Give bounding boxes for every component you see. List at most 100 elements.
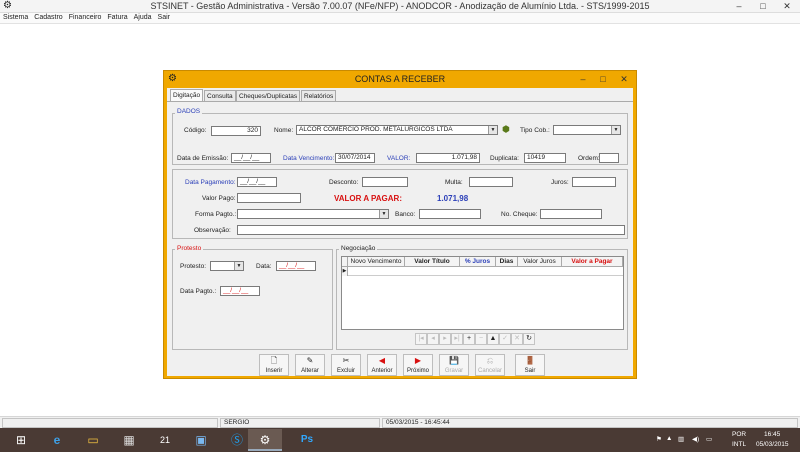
chevron-down-icon[interactable]: ▼ — [488, 126, 497, 134]
file-explorer-icon[interactable]: ▭ — [76, 429, 110, 451]
tray-time[interactable]: 16:45 — [764, 431, 780, 438]
tray-up-arrow-icon[interactable]: ▲ — [666, 435, 672, 442]
menu-sistema[interactable]: Sistema — [0, 13, 31, 21]
chevron-down-icon[interactable]: ▼ — [234, 262, 243, 270]
maximize-button[interactable]: □ — [752, 0, 774, 12]
protesto-data-field[interactable]: __/__/__ — [276, 261, 316, 271]
calendar-icon[interactable]: 21 — [148, 429, 182, 451]
menu-ajuda[interactable]: Ajuda — [131, 13, 155, 21]
menu-bar: Sistema Cadastro Financeiro Fatura Ajuda Sair — [0, 13, 800, 24]
anterior-button[interactable]: ◀ Anterior — [367, 354, 397, 376]
inserir-button[interactable]: 🗋 Inserir — [259, 354, 289, 376]
tray-lang[interactable]: POR — [732, 431, 746, 438]
network-computer-icon[interactable]: ▣ — [184, 429, 218, 451]
os-taskbar: ⊞ e ▭ ▦ 21 ▣ Ⓢ ⚙ Ps ⚑ ▲ ▥ ◀) ▭ POR INTL … — [0, 428, 800, 452]
ordem-field[interactable] — [599, 153, 619, 163]
duplicata-field[interactable]: 10419 — [524, 153, 566, 163]
desconto-field[interactable] — [362, 177, 408, 187]
menu-cadastro[interactable]: Cadastro — [31, 13, 65, 21]
tray-flag-icon[interactable]: ⚑ — [656, 435, 662, 443]
tab-digitacao[interactable]: Digitação — [170, 89, 204, 101]
menu-financeiro[interactable]: Financeiro — [66, 13, 105, 21]
stsinet-app-icon[interactable]: ⚙ — [248, 429, 282, 451]
minimize-button[interactable]: – — [728, 0, 750, 12]
multa-field[interactable] — [469, 177, 513, 187]
dialog-maximize-button[interactable]: □ — [592, 73, 614, 85]
cancelar-button[interactable]: ⎌ Cancelar — [475, 354, 505, 376]
nav-insert-icon[interactable]: + — [463, 333, 475, 345]
valor-pago-label: Valor Pago: — [202, 195, 236, 202]
grid-header-valor-a-pagar[interactable]: Valor a Pagar — [562, 257, 623, 267]
lookup-cube-icon[interactable]: ⬢ — [502, 124, 510, 135]
data-emissao-label: Data de Emissão: — [177, 155, 229, 162]
proximo-label: Próximo — [406, 368, 429, 374]
data-emissao-field[interactable]: __/__/__ — [231, 153, 271, 163]
main-titlebar: ⚙ STSINET - Gestão Administrativa - Vers… — [0, 0, 800, 13]
grid-header-juros-pct[interactable]: % Juros — [460, 257, 496, 267]
nav-refresh-icon[interactable]: ↻ — [523, 333, 535, 345]
forma-pagto-combo[interactable]: ▼ — [237, 209, 389, 219]
status-user: SERGIO — [220, 418, 380, 428]
dialog-close-button[interactable]: ✕ — [613, 73, 635, 85]
tipo-cob-combo[interactable]: ▼ — [553, 125, 621, 135]
arrow-left-icon: ◀ — [378, 356, 386, 365]
tray-layout[interactable]: INTL — [732, 441, 746, 448]
codigo-field[interactable]: 320 — [211, 126, 261, 136]
tab-cheques-duplicatas[interactable]: Cheques/Duplicatas — [236, 90, 301, 101]
photoshop-icon[interactable]: Ps — [290, 429, 324, 451]
banco-field[interactable] — [419, 209, 481, 219]
nav-delete-icon[interactable]: − — [475, 333, 487, 345]
status-panel-blank — [2, 418, 218, 428]
negociacao-grid[interactable]: Novo Vencimento Valor Título % Juros Dia… — [341, 256, 624, 330]
chevron-down-icon[interactable]: ▼ — [379, 210, 388, 218]
status-datetime: 05/03/2015 - 16:45:44 — [382, 418, 798, 428]
valor-pago-field[interactable] — [237, 193, 301, 203]
alterar-button[interactable]: ✎ Alterar — [295, 354, 325, 376]
dialog-minimize-button[interactable]: – — [572, 73, 594, 85]
grid-header-novo-vencimento[interactable]: Novo Vencimento — [348, 257, 405, 267]
valor-field[interactable]: 1.071,98 — [416, 153, 480, 163]
valor-a-pagar-value: 1.071,98 — [437, 194, 469, 203]
protesto-combo[interactable]: ▼ — [210, 261, 244, 271]
undo-icon: ⎌ — [486, 356, 494, 365]
no-cheque-field[interactable] — [540, 209, 602, 219]
nav-edit-icon[interactable]: ▲ — [487, 333, 499, 345]
app-title: STSINET - Gestão Administrativa - Versão… — [150, 1, 650, 11]
proximo-button[interactable]: ▶ Próximo — [403, 354, 433, 376]
grid-header-dias[interactable]: Dias — [496, 257, 518, 267]
tray-volume-icon[interactable]: ◀) — [692, 435, 699, 443]
tray-network-icon[interactable]: ▥ — [678, 435, 684, 443]
tab-relatorios[interactable]: Relatórios — [301, 90, 337, 101]
nav-prior-icon[interactable]: ◂ — [427, 333, 439, 345]
table-row[interactable] — [348, 267, 623, 276]
tray-date[interactable]: 05/03/2015 — [756, 441, 789, 448]
windows-start-icon[interactable]: ⊞ — [4, 429, 38, 451]
no-cheque-label: No. Cheque: — [501, 211, 538, 218]
gravar-button[interactable]: 💾 Gravar — [439, 354, 469, 376]
nav-last-icon[interactable]: ▸| — [451, 333, 463, 345]
nav-next-icon[interactable]: ▸ — [439, 333, 451, 345]
chevron-down-icon[interactable]: ▼ — [611, 126, 620, 134]
data-pagamento-field[interactable]: __/__/__ — [237, 177, 277, 187]
multa-label: Multa: — [445, 179, 463, 186]
internet-explorer-icon[interactable]: e — [40, 429, 74, 451]
calculator-icon[interactable]: ▦ — [112, 429, 146, 451]
tray-monitor-icon[interactable]: ▭ — [706, 435, 712, 443]
data-vencimento-field[interactable]: 30/07/2014 — [335, 153, 375, 163]
nome-combo[interactable]: ALCOR COMERCIO PROD. METALURGICOS LTDA ▼ — [296, 125, 498, 135]
dados-legend: DADOS — [175, 108, 203, 115]
protesto-data-pagto-field[interactable]: __/__/__ — [220, 286, 260, 296]
grid-header-valor-titulo[interactable]: Valor Título — [405, 257, 460, 267]
close-button[interactable]: ✕ — [776, 0, 798, 12]
observacao-field[interactable] — [237, 225, 625, 235]
tab-consulta[interactable]: Consulta — [204, 90, 236, 101]
excluir-button[interactable]: ✂ Excluir — [331, 354, 361, 376]
nav-first-icon[interactable]: |◂ — [415, 333, 427, 345]
sair-button[interactable]: 🚪 Sair — [515, 354, 545, 376]
menu-fatura[interactable]: Fatura — [104, 13, 130, 21]
nav-post-icon[interactable]: ✓ — [499, 333, 511, 345]
nav-cancel-icon[interactable]: ✕ — [511, 333, 523, 345]
grid-header-valor-juros[interactable]: Valor Juros — [518, 257, 562, 267]
juros-field[interactable] — [572, 177, 616, 187]
menu-sair[interactable]: Sair — [155, 13, 173, 21]
